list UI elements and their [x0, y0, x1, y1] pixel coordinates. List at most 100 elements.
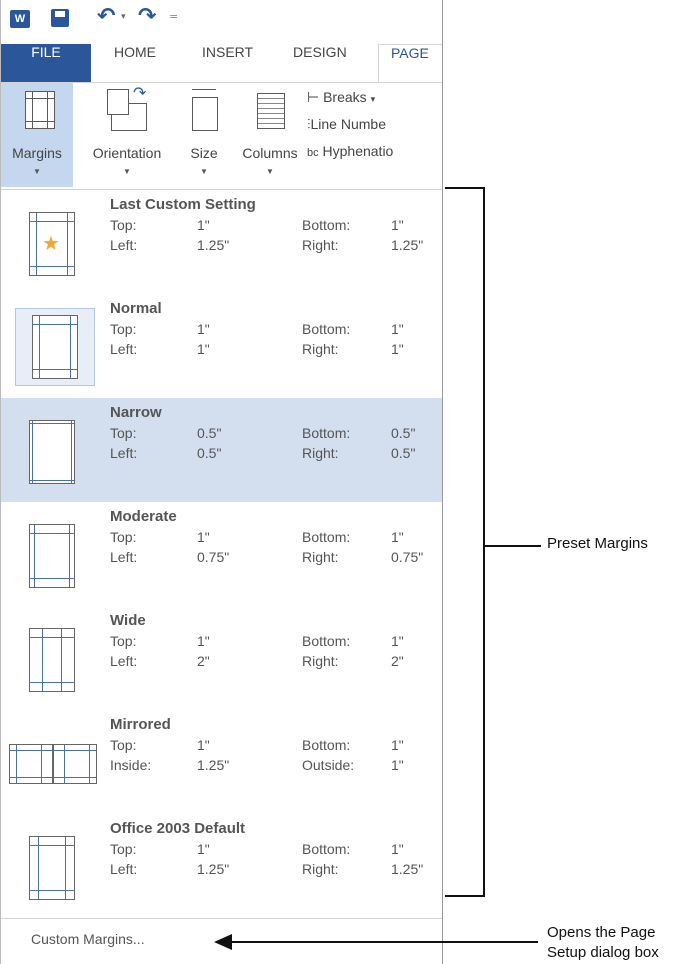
preset-margins-leader-line	[485, 545, 541, 547]
preset-wide[interactable]: Wide Top: 1" Bottom: 1" Left: 2" Right: …	[1, 606, 442, 710]
line-numbers-label: Line Numbe	[310, 116, 387, 132]
value-left: 1"	[197, 341, 210, 357]
margins-gallery: ★ Last Custom Setting Top: 1" Bottom: 1"…	[1, 190, 442, 918]
size-page-icon	[192, 97, 218, 131]
hyphenation-icon: bc	[307, 147, 319, 159]
margins-button[interactable]: Margins ▼	[1, 83, 73, 187]
breaks-icon: ⊢	[307, 89, 320, 105]
mirrored-thumbnail	[7, 732, 103, 796]
undo-icon[interactable]: ↶	[97, 4, 115, 29]
star-icon: ★	[42, 231, 60, 255]
orientation-button[interactable]: ↷ Orientation ▼	[81, 83, 173, 187]
tab-page-layout[interactable]: PAGE	[378, 44, 442, 83]
chevron-down-icon: ▼	[200, 167, 208, 176]
preset-normal[interactable]: Normal Top: 1" Bottom: 1" Left: 1" Right…	[1, 294, 442, 398]
value-left: 0.5"	[197, 445, 222, 461]
preset-margins-callout: Preset Margins	[547, 535, 648, 552]
value-top: 1"	[197, 841, 210, 857]
last-custom-thumbnail: ★	[15, 212, 95, 276]
label-top: Top:	[110, 217, 137, 233]
columns-button[interactable]: Columns ▼	[235, 83, 305, 187]
office-2003-thumbnail	[15, 836, 95, 900]
preset-margins-bracket	[445, 187, 485, 897]
customize-toolbar-icon[interactable]: =	[169, 10, 178, 23]
page-setup-callout-line1: Opens the Page	[547, 924, 656, 941]
line-numbers-button[interactable]: ⫶Line Numbe	[307, 116, 386, 133]
preset-name: Wide	[110, 612, 146, 629]
preset-name: Moderate	[110, 508, 177, 525]
orientation-page-icon	[107, 89, 129, 115]
label-left: Left:	[110, 549, 138, 565]
hyphenation-button[interactable]: bc Hyphenatio	[307, 143, 393, 159]
value-top: 1"	[197, 321, 210, 337]
preset-name: Last Custom Setting	[110, 196, 256, 213]
label-right: Right:	[302, 549, 339, 565]
value-left: 2"	[197, 653, 210, 669]
preset-mirrored[interactable]: Mirrored Top: 1" Bottom: 1" Inside: 1.25…	[1, 710, 442, 814]
preset-last-custom-setting[interactable]: ★ Last Custom Setting Top: 1" Bottom: 1"…	[1, 190, 442, 294]
value-bottom: 1"	[391, 737, 404, 753]
redo-icon[interactable]: ↷	[138, 4, 156, 29]
label-left: Left:	[110, 653, 138, 669]
narrow-thumbnail	[15, 420, 95, 484]
value-right: 1"	[391, 341, 404, 357]
custom-margins-arrow-line	[230, 941, 538, 943]
value-inside: 1.25"	[197, 757, 230, 773]
label-top: Top:	[110, 425, 137, 441]
page-setup-callout-line2: Setup dialog box	[547, 944, 659, 961]
preset-office-2003-default[interactable]: Office 2003 Default Top: 1" Bottom: 1" L…	[1, 814, 442, 918]
ribbon-page-setup: Margins ▼ ↷ Orientation ▼ Size ▼ Columns…	[1, 82, 442, 190]
columns-label: Columns	[242, 145, 298, 161]
orientation-label: Orientation	[92, 145, 162, 161]
value-bottom: 1"	[391, 529, 404, 545]
preset-moderate[interactable]: Moderate Top: 1" Bottom: 1" Left: 0.75" …	[1, 502, 442, 606]
value-bottom: 0.5"	[391, 425, 416, 441]
tab-home[interactable]: HOME	[114, 44, 156, 82]
word-app-icon: W	[10, 10, 30, 28]
chevron-down-icon: ▼	[123, 167, 131, 176]
chevron-down-icon: ▼	[266, 167, 274, 176]
label-bottom: Bottom:	[302, 633, 351, 649]
label-inside: Inside:	[110, 757, 152, 773]
wide-thumbnail	[15, 628, 95, 692]
label-right: Right:	[302, 341, 339, 357]
preset-name: Mirrored	[110, 716, 171, 733]
value-left: 1.25"	[197, 861, 230, 877]
margins-icon	[25, 91, 55, 129]
custom-margins-button[interactable]: Custom Margins...	[31, 931, 145, 947]
label-bottom: Bottom:	[302, 321, 351, 337]
tab-insert[interactable]: INSERT	[202, 44, 253, 82]
label-left: Left:	[110, 341, 138, 357]
tab-file[interactable]: FILE	[1, 44, 91, 82]
label-top: Top:	[110, 633, 137, 649]
label-bottom: Bottom:	[302, 217, 351, 233]
value-right: 0.75"	[391, 549, 424, 565]
label-right: Right:	[302, 445, 339, 461]
value-bottom: 1"	[391, 321, 404, 337]
preset-narrow[interactable]: Narrow Top: 0.5" Bottom: 0.5" Left: 0.5"…	[1, 398, 442, 502]
value-top: 1"	[197, 217, 210, 233]
preset-name: Office 2003 Default	[110, 820, 246, 837]
label-bottom: Bottom:	[302, 737, 351, 753]
label-left: Left:	[110, 445, 138, 461]
value-bottom: 1"	[391, 217, 404, 233]
value-top: 1"	[197, 529, 210, 545]
breaks-button[interactable]: ⊢ Breaks ▾	[307, 89, 375, 106]
label-right: Right:	[302, 653, 339, 669]
value-top: 0.5"	[197, 425, 222, 441]
label-top: Top:	[110, 737, 137, 753]
value-right: 1.25"	[391, 861, 424, 877]
value-bottom: 1"	[391, 633, 404, 649]
label-top: Top:	[110, 841, 137, 857]
value-right: 2"	[391, 653, 404, 669]
save-icon[interactable]	[51, 9, 69, 27]
value-outside: 1"	[391, 757, 404, 773]
columns-icon	[257, 93, 285, 129]
tab-design[interactable]: DESIGN	[293, 44, 347, 82]
normal-thumbnail	[15, 308, 95, 386]
size-button[interactable]: Size ▼	[179, 83, 229, 187]
label-bottom: Bottom:	[302, 425, 351, 441]
undo-dropdown-icon[interactable]: ▾	[121, 12, 126, 22]
rotate-arrow-icon: ↷	[133, 85, 147, 102]
label-right: Right:	[302, 861, 339, 877]
